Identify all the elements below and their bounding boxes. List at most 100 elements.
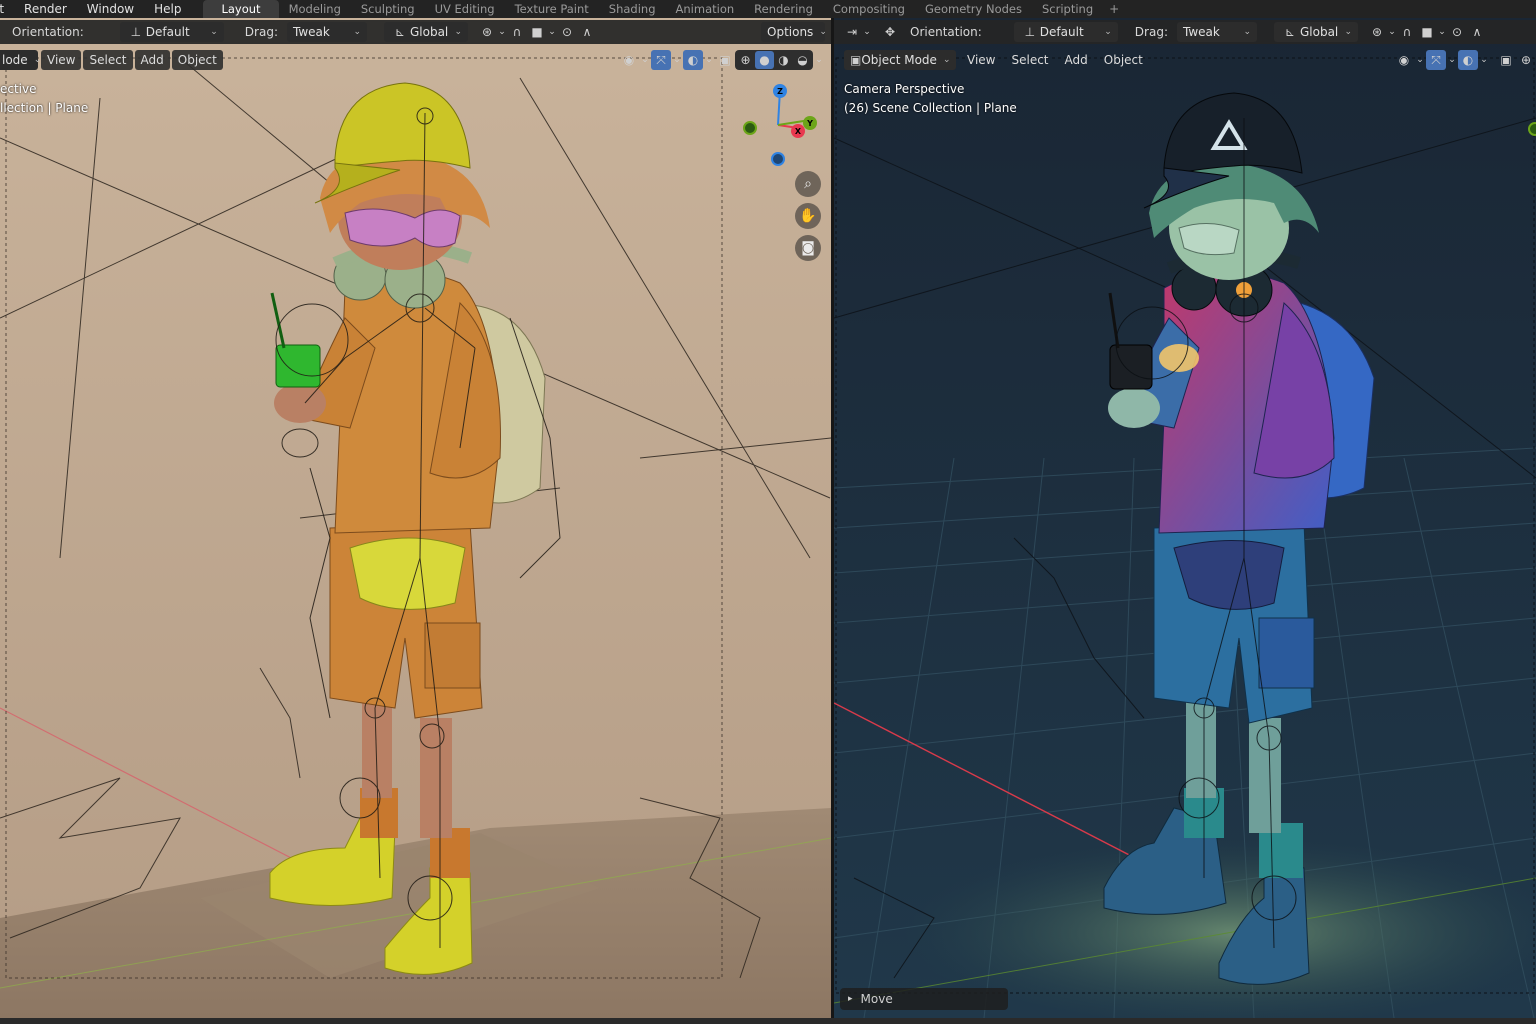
gizmo-toggle-icon[interactable]: ⤧ (1426, 50, 1446, 70)
right-viewport-header: ▣ Object Mode ⌄ View Select Add Object ◉… (834, 48, 1536, 72)
falloff-curve-icon[interactable]: ∧ (577, 22, 597, 42)
viewport-info: Camera Perspective (26) Scene Collection… (844, 80, 1017, 118)
viewport-left[interactable]: Orientation: ⊥ Default ⌄ Drag: Tweak ⌄ ⊾… (0, 18, 831, 1018)
wireframe-shading-icon[interactable]: ⊕ (736, 51, 755, 69)
add-menu[interactable]: Add (134, 50, 170, 70)
left-tool-settings-bar: Orientation: ⊥ Default ⌄ Drag: Tweak ⌄ ⊾… (0, 20, 831, 44)
chevron-down-icon[interactable]: ⌄ (497, 22, 507, 42)
orientation-label: Orientation: (910, 25, 982, 39)
select-box-icon[interactable]: ⇥ (842, 22, 862, 42)
last-operator-panel[interactable]: ▸ Move (840, 988, 1008, 1010)
snap-target-icon[interactable]: ■ (527, 22, 547, 42)
chevron-down-icon[interactable]: ⌄ (1387, 22, 1397, 42)
menu-help[interactable]: Help (144, 0, 191, 18)
overlays-icon[interactable]: ◐ (1458, 50, 1478, 70)
gizmo-toggle-icon[interactable]: ⤧ (651, 50, 671, 70)
tab-animation[interactable]: Animation (666, 0, 745, 18)
menu-render[interactable]: Render (14, 0, 77, 18)
chevron-down-icon[interactable]: ⌄ (1446, 50, 1458, 70)
tab-modeling[interactable]: Modeling (279, 0, 351, 18)
viewport-right[interactable]: ⇥ ⌄ ✥ Orientation: ⊥ Default ⌄ Drag: Twe… (834, 18, 1536, 1018)
chevron-down-icon: ⌄ (1104, 27, 1112, 37)
magnet-icon[interactable]: ∩ (1397, 22, 1417, 42)
chevron-down-icon[interactable]: ⌄ (862, 22, 872, 42)
xray-icon[interactable]: ▣ (715, 50, 735, 70)
chevron-down-icon[interactable]: ⌄ (1478, 50, 1490, 70)
proportional-editing-icon[interactable]: ⊙ (1447, 22, 1467, 42)
chevron-down-icon[interactable]: ⌄ (547, 22, 557, 42)
select-menu[interactable]: Select (83, 50, 133, 70)
view-menu[interactable]: View (41, 50, 82, 70)
menu-window[interactable]: Window (77, 0, 144, 18)
wireframe-shading-icon[interactable]: ⊕ (1516, 50, 1536, 70)
shading-mode-group: ⊕ ● ◑ ◒ (735, 50, 813, 70)
neg-y-axis-handle[interactable] (743, 121, 757, 135)
proportional-editing-icon[interactable]: ⊙ (557, 22, 577, 42)
chevron-down-icon[interactable]: ⌄ (639, 50, 651, 70)
tab-texture-paint[interactable]: Texture Paint (505, 0, 599, 18)
solid-shading-icon[interactable]: ● (755, 51, 774, 69)
drag-dropdown[interactable]: Tweak ⌄ (286, 22, 367, 42)
overlays-icon[interactable]: ◐ (683, 50, 703, 70)
select-menu[interactable]: Select (1003, 50, 1056, 70)
tab-uv-editing[interactable]: UV Editing (425, 0, 505, 18)
options-dropdown[interactable]: Options ⌄ (761, 22, 827, 42)
neg-z-axis-handle[interactable] (771, 152, 785, 166)
transform-orientation-dropdown[interactable]: ⊾ Global ⌄ (1273, 22, 1358, 42)
y-axis-handle[interactable]: Y (803, 116, 817, 130)
visibility-icon[interactable]: ◉ (619, 50, 639, 70)
orientation-dropdown[interactable]: ⊥ Default ⌄ (1013, 22, 1118, 42)
view-name: ective (0, 82, 37, 96)
orientation-axis-icon: ⊥ (1024, 25, 1036, 39)
move-tool-icon[interactable]: ✥ (880, 22, 900, 42)
viewport-info: ective llection | Plane (0, 80, 88, 118)
add-menu[interactable]: Add (1057, 50, 1096, 70)
chevron-down-icon: ⌄ (942, 55, 951, 65)
collection-path: (26) Scene Collection | Plane (844, 101, 1017, 115)
magnet-icon[interactable]: ∩ (507, 22, 527, 42)
visibility-icon[interactable]: ◉ (1394, 50, 1414, 70)
tab-shading[interactable]: Shading (599, 0, 666, 18)
pivot-point-icon[interactable]: ⊛ (477, 22, 497, 42)
mode-dropdown[interactable]: ▣ Object Mode ⌄ (844, 50, 956, 70)
menu-edit[interactable]: it (0, 0, 14, 18)
add-workspace-button[interactable]: + (1103, 0, 1125, 18)
chevron-down-icon: ⌄ (819, 27, 827, 37)
object-menu[interactable]: Object (171, 50, 223, 70)
chevron-down-icon[interactable]: ⌄ (703, 50, 715, 70)
zoom-icon[interactable]: ⌕ (795, 171, 821, 197)
tab-rendering[interactable]: Rendering (744, 0, 823, 18)
tab-scripting[interactable]: Scripting (1032, 0, 1103, 18)
falloff-curve-icon[interactable]: ∧ (1467, 22, 1487, 42)
chevron-down-icon[interactable]: ⌄ (671, 50, 683, 70)
pivot-point-icon[interactable]: ⊛ (1367, 22, 1387, 42)
hand-icon[interactable]: ✋ (795, 203, 821, 229)
orientation-axis-icon: ⊥ (130, 25, 142, 39)
view-menu[interactable]: View (959, 50, 1003, 70)
object-mode-icon: ▣ (850, 53, 862, 67)
left-viewport-header: lode ⌄ View Select Add Object ◉ ⌄ ⤧ ⌄ ◐ … (0, 48, 831, 72)
material-shading-icon[interactable]: ◑ (774, 51, 793, 69)
transform-orientation-dropdown[interactable]: ⊾ Global ⌄ (383, 22, 468, 42)
xray-icon[interactable]: ▣ (1496, 50, 1516, 70)
y-axis-handle-partial[interactable] (1528, 122, 1536, 136)
rendered-scene (834, 18, 1536, 1018)
tab-geometry-nodes[interactable]: Geometry Nodes (915, 0, 1032, 18)
camera-icon[interactable]: ◙ (795, 235, 821, 261)
orientation-dropdown[interactable]: ⊥ Default ⌄ (119, 22, 224, 42)
chevron-down-icon[interactable]: ⌄ (813, 50, 825, 70)
tab-layout[interactable]: Layout (203, 0, 279, 18)
chevron-down-icon[interactable]: ⌄ (1414, 50, 1426, 70)
mode-dropdown[interactable]: lode ⌄ (0, 50, 41, 70)
x-axis-handle[interactable]: X (791, 124, 805, 138)
tab-compositing[interactable]: Compositing (823, 0, 915, 18)
right-header-right-tools: ◉ ⌄ ⤧ ⌄ ◐ ⌄ ▣ ⊕ (1394, 50, 1536, 70)
tab-sculpting[interactable]: Sculpting (351, 0, 425, 18)
z-axis-handle[interactable]: Z (773, 84, 787, 98)
object-menu[interactable]: Object (1096, 50, 1151, 70)
snap-target-icon[interactable]: ■ (1417, 22, 1437, 42)
global-axes-icon: ⊾ (394, 25, 406, 39)
rendered-shading-icon[interactable]: ◒ (793, 51, 812, 69)
drag-dropdown[interactable]: Tweak ⌄ (1176, 22, 1257, 42)
chevron-down-icon[interactable]: ⌄ (1437, 22, 1447, 42)
